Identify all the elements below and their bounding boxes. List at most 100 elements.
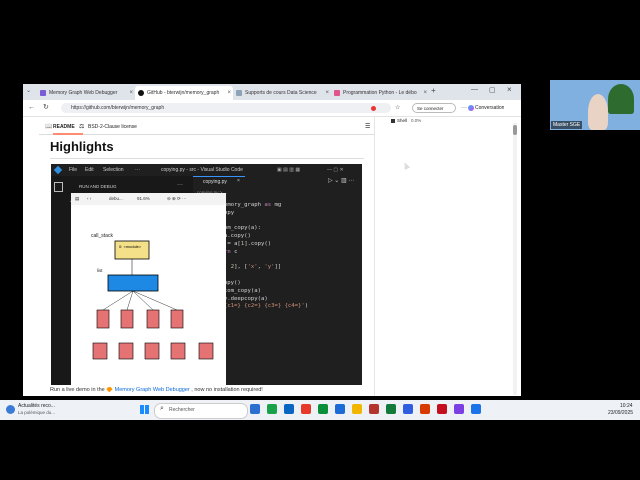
close-tab-icon[interactable]: × [227,86,231,100]
value-node [92,342,108,360]
readme-tab-underline [53,133,83,135]
search-placeholder: Rechercher [169,407,195,413]
page-content: 📖 README ⚖ BSD-2-Clause license ☰ Highli… [23,117,521,396]
tab-python[interactable]: Programmation Python - Le débo × [331,86,429,100]
zoom-level: 91.6% [137,196,150,201]
value-nodes [92,342,214,360]
taskbar: Actualités reco... La polémique du... ⌕ … [0,400,640,420]
menu-selection: Selection [103,167,124,173]
value-node [144,342,160,360]
sidebar-title: RUN AND DEBUG [79,184,117,189]
editor-tab: copying.py × [193,176,245,188]
book-icon: 📖 [45,124,53,130]
taskbar-app-icon[interactable] [267,404,277,414]
maximize-icon[interactable]: ▢ [489,86,496,94]
document-favicon [236,90,242,96]
more-menu-icon[interactable]: ··· [461,103,467,113]
menu-edit: Edit [85,167,94,173]
list-node-red [96,309,110,329]
list-node-red [170,309,184,329]
vscode-logo-icon [53,165,63,175]
value-node [198,342,214,360]
taskbar-app-icon[interactable] [369,404,379,414]
tab-readme[interactable]: README [53,120,75,134]
taskbar-app-icon[interactable] [284,404,294,414]
new-tab-icon[interactable]: + [431,86,436,95]
taskbar-app-icon[interactable] [471,404,481,414]
weather-icon[interactable] [6,405,15,414]
module-label: 0: <module> [119,244,142,249]
graph-edge [132,290,178,311]
scrollbar-thumb[interactable] [513,125,517,135]
back-icon[interactable]: ← [28,103,35,113]
layout-icons: ▣ ▤ ▥ ▦ [277,167,301,173]
windows-start-icon[interactable] [140,405,149,414]
taskbar-app-icon[interactable] [318,404,328,414]
close-tab-icon[interactable]: × [129,86,133,100]
browser-window: ⌄ Memory Graph Web Debugger × GitHub - b… [23,84,521,396]
heading-rule [50,158,364,159]
url-field[interactable]: https://github.com/bterwijn/memory_graph [61,103,391,113]
graph-edge [132,290,154,311]
more-icon: ··· [177,182,183,188]
vscode-screenshot: File Edit Selection ··· copying.py - src… [51,164,362,385]
refresh-icon[interactable]: ↻ [43,103,49,113]
graph-edge [102,290,134,311]
python-favicon [334,90,340,96]
clock-time[interactable]: 10:24 [620,403,633,409]
red-list-nodes [96,290,184,329]
zoom-icons: ⊖ ⊕ ⟳ ··· [167,196,187,201]
tab-data-science[interactable]: Supports de cours Data Science × [233,86,331,100]
extension-icon[interactable] [371,106,376,111]
taskbar-app-icon[interactable] [437,404,447,414]
graph-edge [126,290,134,311]
news-widget-title[interactable]: Actualités reco... [18,403,55,409]
taskbar-app-icon[interactable] [386,404,396,414]
close-window-icon[interactable]: × [507,85,512,94]
menu-file: File [69,167,78,173]
run-icon: ▷ ⌄ ▥ ··· [328,178,355,184]
activity-bar [51,176,65,385]
explorer-icon [54,182,63,192]
menu-more: ··· [135,167,140,173]
favorite-star-icon[interactable]: ☆ [395,103,400,113]
close-tab-icon[interactable]: × [325,86,329,100]
law-icon: ⚖ [79,124,85,130]
list-node-red [120,309,134,329]
taskbar-app-icon[interactable] [420,404,430,414]
tab-memory-graph[interactable]: Memory Graph Web Debugger × [37,86,135,100]
vscode-window-controls: — ▢ ✕ [327,167,344,173]
news-widget-subtitle[interactable]: La polémique du... [18,410,55,415]
copilot-button[interactable]: Conversation [475,103,504,113]
minimize-icon[interactable]: — [471,86,478,93]
memory-graph-favicon [40,90,46,96]
tab-actions-icon[interactable]: ⌄ [26,87,31,94]
close-tab-icon[interactable]: × [423,86,427,100]
palm-tree [608,84,634,114]
taskbar-app-icon[interactable] [352,404,362,414]
taskbar-app-icon[interactable] [335,404,345,414]
memory-graph-viewer: ▤ ‹ › debu... 91.6% ⊖ ⊕ ⟳ ··· call_stack… [71,193,226,385]
search-box[interactable]: ⌕ Rechercher [154,403,248,419]
tab-github[interactable]: GitHub - bterwijn/memory_graph × [135,86,233,100]
clock-date[interactable]: 23/09/2025 [608,410,633,416]
taskbar-app-icon[interactable] [454,404,464,414]
webcam-name: Master SGE [551,121,583,129]
scrollbar-track[interactable] [513,123,517,395]
copilot-icon[interactable] [468,105,474,111]
right-panel: Shell 0.0% [375,117,521,396]
sign-in-button[interactable]: Se connecter [412,103,456,113]
memory-graph: call_stack 0: <module> list [91,233,214,360]
outline-menu-icon[interactable]: ☰ [365,120,370,134]
presenter [588,94,608,130]
sidebar-toggle-icon: ▤ [75,196,80,201]
taskbar-app-icon[interactable] [250,404,260,414]
vscode-titlebar: File Edit Selection ··· copying.py - src… [51,164,362,176]
taskbar-app-icon[interactable] [403,404,413,414]
readme-tab-bar: 📖 README ⚖ BSD-2-Clause license ☰ [39,120,375,135]
tab-license[interactable]: BSD-2-Clause license [88,120,137,134]
call-stack-label: call_stack [91,233,113,239]
taskbar-app-icon[interactable] [301,404,311,414]
star-icon: 🔶 [106,387,114,393]
web-debugger-link[interactable]: Memory Graph Web Debugger [115,387,190,393]
